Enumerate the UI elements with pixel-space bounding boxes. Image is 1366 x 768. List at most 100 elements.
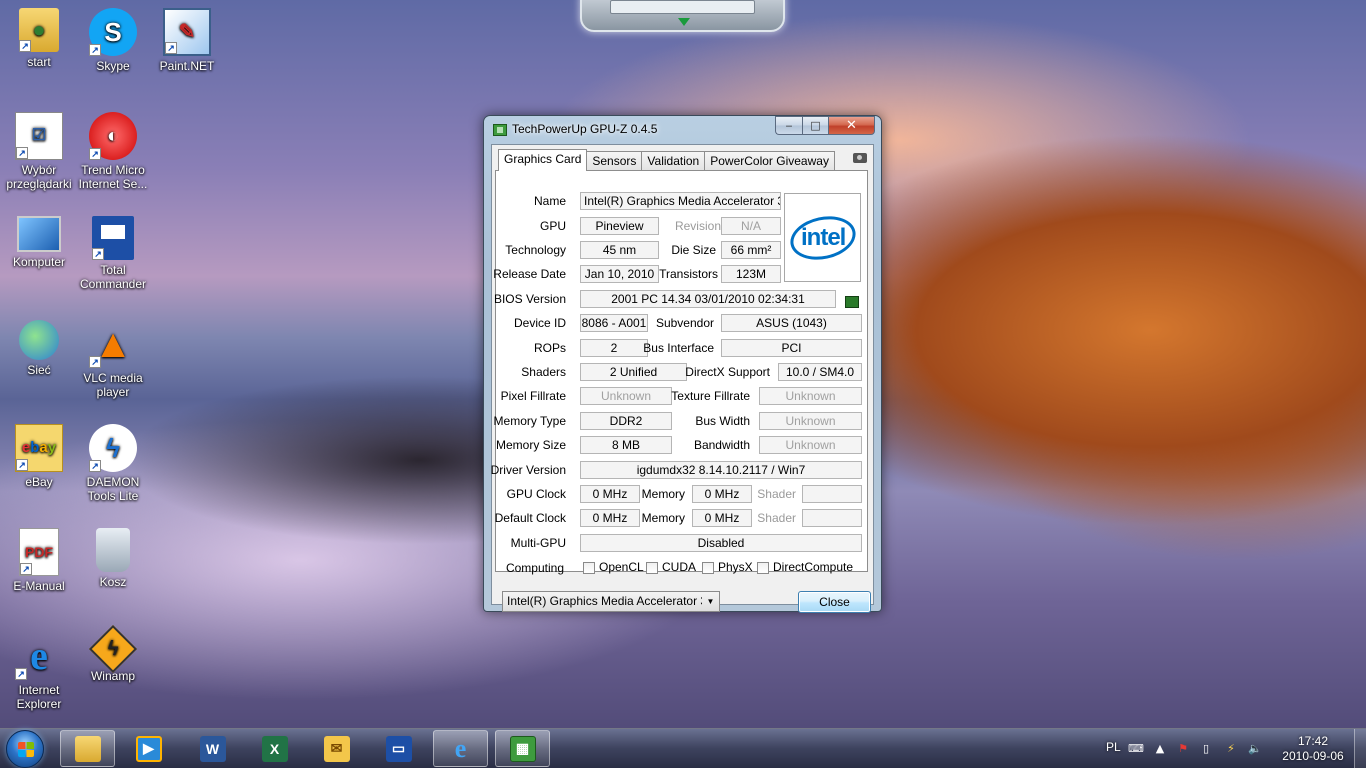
desktop-icon-ebay[interactable]: e b a y ↗ eBay [0,424,78,489]
trend-micro-icon: ◐ ↗ [89,112,137,160]
shader-clock-value[interactable] [802,485,862,503]
desktop-icon-daemon-tools[interactable]: ϟ ↗ DAEMON Tools Lite [74,424,152,503]
close-window-button[interactable]: ✕ [828,116,875,135]
keyboard-icon[interactable]: ⌨ [1128,742,1144,756]
skype-icon: S ↗ [89,8,137,56]
desktop-icon-vlc[interactable]: ▲ ↗ VLC media player [74,320,152,399]
physx-checkbox[interactable] [702,562,714,574]
desktop-icon-internet-explorer[interactable]: e ↗ Internet Explorer [0,632,78,711]
chevron-down-icon[interactable] [678,18,690,26]
minimize-button[interactable]: ‒ [775,116,802,135]
name-value[interactable]: Intel(R) Graphics Media Accelerator 3150 [580,192,781,210]
tab-graphics-card[interactable]: Graphics Card [498,149,588,171]
name-label: Name [533,194,566,208]
opencl-checkbox[interactable] [583,562,595,574]
die-size-value[interactable]: 66 mm² [721,241,781,259]
subvendor-value[interactable]: ASUS (1043) [721,314,862,332]
desktop-icon-start[interactable]: ● ↗ start [0,8,78,69]
desktop-icon-winamp[interactable]: ϟ Winamp [74,624,152,683]
directx-support-value[interactable]: 10.0 / SM4.0 [778,363,862,381]
bios-version-value[interactable]: 2001 PC 14.34 03/01/2010 02:34:31 [580,290,836,308]
texture-fillrate-value[interactable]: Unknown [759,387,862,405]
clock-date: 2010-09-06 [1282,749,1344,763]
clock[interactable]: 17:42 2010-09-06 [1272,734,1354,764]
desktop-icon-computer[interactable]: Komputer [0,216,78,269]
desktop-icon-paintnet[interactable]: ✎ ↗ Paint.NET [148,8,226,73]
show-desktop-button[interactable] [1354,729,1366,768]
tab-sensors[interactable]: Sensors [586,151,643,171]
subvendor-label: Subvendor [655,316,714,330]
tab-validation[interactable]: Validation [641,151,706,171]
multi-gpu-value[interactable]: Disabled [580,534,862,552]
taskbar-media-center[interactable]: ▶ [121,730,176,767]
tab-powercolor-giveaway[interactable]: PowerColor Giveaway [704,151,835,171]
cuda-checkbox[interactable] [646,562,658,574]
revision-value[interactable]: N/A [721,217,781,235]
volume-icon[interactable]: 🔈 [1248,742,1262,756]
directcompute-checkbox[interactable] [757,562,769,574]
start-button[interactable] [6,730,44,768]
taskbar-excel[interactable]: X [247,730,302,767]
technology-label: Technology [505,243,566,257]
card-select-dropdown[interactable]: Intel(R) Graphics Media Accelerator 3150… [502,591,720,612]
desktop-icon-total-commander[interactable]: ↗ Total Commander [74,216,152,291]
device-icon[interactable]: ▯ [1199,742,1213,756]
desktop-icon-e-manual[interactable]: PDF ↗ E-Manual [0,528,78,593]
taskbar-gpuz[interactable]: ▦ [495,730,550,767]
title-bar[interactable]: TechPowerUp GPU-Z 0.4.5 ‒ □ ✕ [484,116,881,144]
technology-value[interactable]: 45 nm [580,241,659,259]
device-id-value[interactable]: 8086 - A001 [580,314,648,332]
desktop-icon-browser-choice[interactable]: ☑ ↗ Wybór przeglądarki [0,112,78,191]
ebay-icon: e b a y ↗ [15,424,63,472]
pixel-fillrate-value[interactable]: Unknown [580,387,672,405]
chevron-up-icon[interactable]: ▲ [1153,742,1167,756]
taskbar-internet-explorer[interactable]: e [433,730,488,767]
transistors-value[interactable]: 123M [721,265,781,283]
word-icon: W [199,735,226,762]
release-date-value[interactable]: Jan 10, 2010 [580,265,659,283]
chevron-down-icon[interactable]: ▼ [702,592,719,611]
bus-width-value[interactable]: Unknown [759,412,862,430]
memory-clock-value[interactable]: 0 MHz [692,485,752,503]
action-center-icon[interactable]: ⚑ [1176,742,1190,756]
gpuz-app-icon[interactable] [493,124,507,136]
tab-strip: Graphics Card Sensors Validation PowerCo… [498,149,835,171]
revision-label: Revision [674,219,721,233]
default-clock-value[interactable]: 0 MHz [580,509,640,527]
desktop-icon-skype[interactable]: S ↗ Skype [74,8,152,73]
rops-value[interactable]: 2 [580,339,648,357]
gpu-clock-value[interactable]: 0 MHz [580,485,640,503]
default-memory-clock-value[interactable]: 0 MHz [692,509,752,527]
clock-time: 17:42 [1297,734,1329,748]
power-icon[interactable]: ⚡ [1224,742,1238,756]
camera-icon[interactable] [853,153,867,163]
default-shader-clock-label: Shader [757,511,796,525]
bandwidth-value[interactable]: Unknown [759,436,862,454]
maximize-button[interactable]: □ [802,116,828,135]
desktop-icon-recycle-bin[interactable]: Kosz [74,528,152,589]
driver-version-value[interactable]: igdumdx32 8.14.10.2117 / Win7 [580,461,862,479]
default-shader-clock-value[interactable] [802,509,862,527]
desktop-icon-trend-micro[interactable]: ◐ ↗ Trend Micro Internet Se... [74,112,152,191]
taskbar-outlook[interactable]: ✉ [309,730,364,767]
transistors-label: Transistors [659,267,718,281]
close-button[interactable]: Close [798,591,871,613]
intel-logo-text: intel [800,223,845,251]
gpu-value[interactable]: Pineview [580,217,659,235]
desktop-icon-network[interactable]: Sieć [0,320,78,377]
opencl-label: OpenCL [599,560,644,574]
excel-icon: X [261,735,288,762]
bus-interface-value[interactable]: PCI [721,339,862,357]
taskbar-explorer[interactable] [60,730,115,767]
taskbar-word[interactable]: W [185,730,240,767]
rops-label: ROPs [533,341,566,355]
save-bios-icon[interactable] [845,296,859,308]
taskbar-total-commander[interactable]: ▭ [371,730,426,767]
memory-type-label: Memory Type [493,414,566,428]
desktop-gadget[interactable] [580,0,785,32]
memory-type-value[interactable]: DDR2 [580,412,672,430]
language-indicator[interactable]: PL [1106,740,1121,754]
shaders-value[interactable]: 2 Unified [580,363,687,381]
memory-size-value[interactable]: 8 MB [580,436,672,454]
physx-label: PhysX [718,560,753,574]
